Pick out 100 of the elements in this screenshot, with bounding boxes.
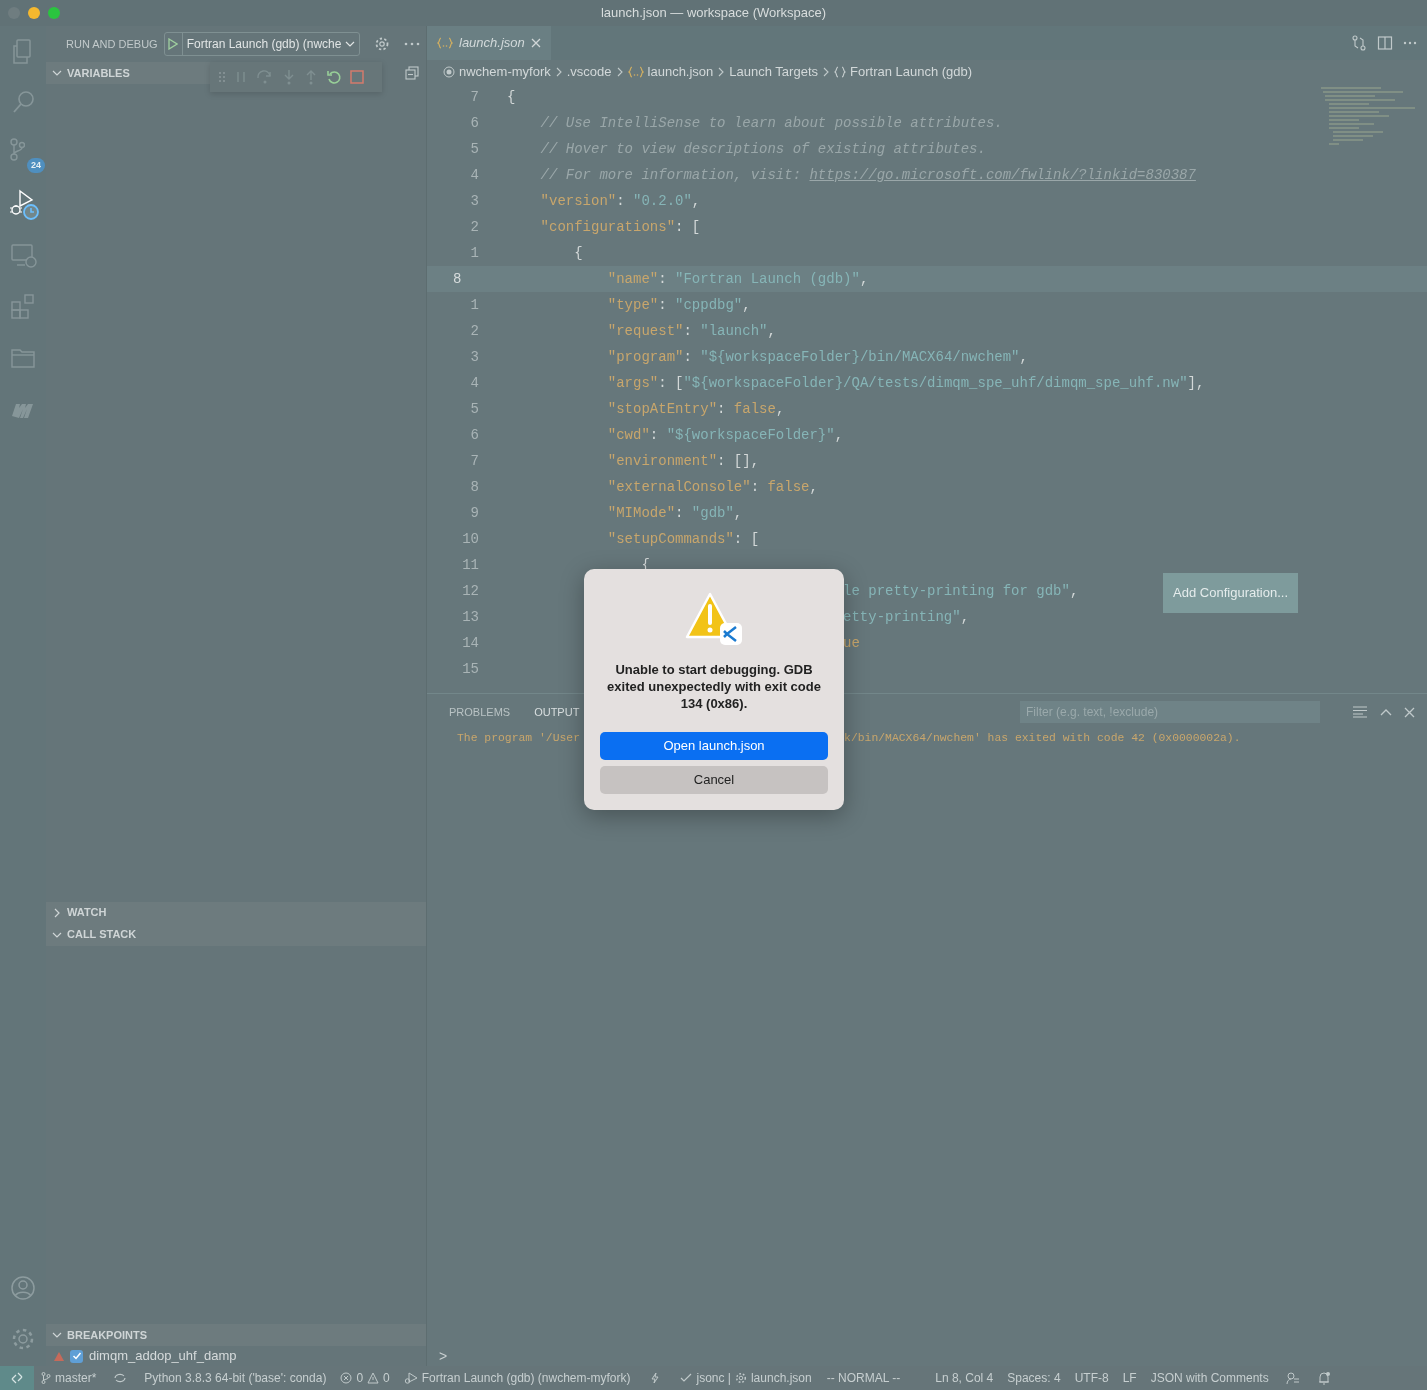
linter-item[interactable]: jsonc | launch.json <box>673 1369 819 1387</box>
warning-icon <box>367 1372 380 1384</box>
line-number: 5 <box>469 139 480 159</box>
line-number: 15 <box>461 659 480 679</box>
close-icon[interactable] <box>1404 706 1415 718</box>
close-icon[interactable] <box>530 38 541 48</box>
breadcrumb-item[interactable]: nwchem-myfork <box>443 62 551 82</box>
breadcrumb-item[interactable]: Launch Targets <box>729 62 818 82</box>
branch-item[interactable]: master* <box>34 1369 104 1387</box>
prompt-chevron: > <box>438 1347 449 1366</box>
line-number: 2 <box>469 321 480 341</box>
code-line: "stopAtEntry": false, <box>606 399 785 419</box>
code-line: "version": "0.2.0", <box>539 191 701 211</box>
line-number: 7 <box>469 87 480 107</box>
chevron-down-icon <box>345 41 356 47</box>
section-header[interactable]: WATCH <box>46 901 426 924</box>
line-ending[interactable]: LF <box>1115 1369 1144 1387</box>
play-icon <box>168 38 179 50</box>
more-icon[interactable] <box>404 42 421 46</box>
source-control-icon[interactable] <box>10 138 25 161</box>
code-line: le pretty-printing for gdb", <box>842 581 1079 601</box>
window-control[interactable] <box>48 7 60 19</box>
code-line: "request": "launch", <box>606 321 776 341</box>
braces-icon <box>437 37 453 49</box>
breakpoint-icon <box>54 1351 64 1361</box>
chevron-up-icon[interactable] <box>1380 708 1392 716</box>
launch-config-dropdown[interactable]: Fortran Launch (gdb) (nwche <box>163 32 361 56</box>
panel-title: RUN AND DEBUG <box>66 36 158 52</box>
section-header[interactable]: VARIABLES <box>46 62 210 84</box>
line-number: 12 <box>461 581 480 601</box>
chevron-right-icon <box>555 67 562 77</box>
step-into-icon[interactable] <box>282 69 296 85</box>
open-file-button[interactable]: Open launch.json <box>600 732 828 760</box>
code-line: etty-printing", <box>842 607 970 627</box>
feedback-icon <box>1285 1371 1300 1385</box>
code-line: "args": ["${workspaceFolder}/QA/tests/dimqm_spe_uhf/dimqm_spe_uhf.nw"], <box>606 373 1205 393</box>
language-mode[interactable]: JSON with Comments <box>1143 1369 1276 1387</box>
line-number: 3 <box>469 347 480 367</box>
lightning-icon <box>651 1372 660 1384</box>
braces-icon <box>834 66 846 78</box>
checkbox[interactable] <box>70 1349 83 1363</box>
settings-icon[interactable] <box>374 36 391 52</box>
compare-changes-icon[interactable] <box>1351 35 1367 51</box>
output-text: k/bin/MACX64/nwchem' has exited with code 42 (0x0000002a). <box>844 731 1241 746</box>
restart-icon[interactable] <box>326 69 342 85</box>
warning-app-icon <box>684 591 744 647</box>
collapse-all-icon[interactable] <box>405 66 419 80</box>
code-line: "externalConsole": false, <box>606 477 818 497</box>
code-line: "program": "${workspaceFolder}/bin/MACX64/nwchem", <box>606 347 1028 367</box>
count-badge: 24 <box>27 157 45 173</box>
check-icon <box>680 1373 693 1383</box>
line-number: 10 <box>461 529 480 549</box>
line-number: 2 <box>469 217 480 237</box>
window-control[interactable] <box>28 7 40 19</box>
section-header[interactable]: BREAKPOINTS <box>46 1324 426 1346</box>
sync-icon <box>113 1372 128 1384</box>
line-number: 3 <box>469 191 480 211</box>
line-number: 8 <box>469 477 480 497</box>
panel-tab[interactable]: OUTPUT <box>534 703 580 721</box>
indentation[interactable]: Spaces: 4 <box>1000 1369 1068 1387</box>
dialog-message: Unable to start debugging. GDB exited unexpectedly with exit code 134 (0x86). <box>606 661 822 712</box>
breadcrumb-item[interactable]: .vscode <box>566 62 612 82</box>
vim-mode[interactable]: -- NORMAL -- <box>818 1369 929 1387</box>
python-interpreter[interactable]: Python 3.8.3 64-bit ('base': conda) <box>137 1369 334 1387</box>
code-line: "type": "cppdbg", <box>606 295 751 315</box>
panel-tab[interactable]: PROBLEMS <box>449 703 511 721</box>
encoding[interactable]: UTF-8 <box>1067 1369 1116 1387</box>
remote-button[interactable] <box>0 1366 34 1390</box>
code-line: { <box>507 87 516 107</box>
code-line: "configurations": [ <box>539 217 701 237</box>
drag-handle-icon[interactable] <box>218 71 226 83</box>
run-debug-icon[interactable] <box>7 188 39 220</box>
line-number: 8 <box>452 269 463 289</box>
debug-target[interactable]: Fortran Launch (gdb) (nwchem-myfork) <box>396 1369 638 1387</box>
error-icon <box>340 1372 353 1384</box>
line-number: 13 <box>461 607 480 627</box>
editor-tab[interactable]: launch.json <box>427 26 551 60</box>
bell-icon <box>1316 1371 1331 1385</box>
stop-icon[interactable] <box>350 70 364 84</box>
breadcrumb-item[interactable]: launch.json <box>627 62 714 82</box>
code-line: ue <box>842 633 860 653</box>
add-configuration-button[interactable]: Add Configuration... <box>1163 573 1298 613</box>
split-editor-icon[interactable] <box>1377 35 1393 51</box>
breadcrumb-item[interactable]: Fortran Launch (gdb) <box>834 62 973 82</box>
line-number: 4 <box>469 165 480 185</box>
code-line: "MIMode": "gdb", <box>606 503 743 523</box>
cancel-button[interactable]: Cancel <box>600 766 828 794</box>
settings-icon <box>734 1372 747 1384</box>
list-icon[interactable] <box>1352 706 1368 718</box>
problems-item[interactable]: 0 0 <box>333 1369 397 1387</box>
more-icon[interactable] <box>1403 41 1417 45</box>
line-number: 4 <box>469 373 480 393</box>
cursor-position[interactable]: Ln 8, Col 4 <box>928 1369 1001 1387</box>
section-header[interactable]: CALL STACK <box>46 923 426 946</box>
step-over-icon[interactable] <box>256 69 274 85</box>
line-number: 6 <box>469 425 480 445</box>
line-number: 7 <box>469 451 480 471</box>
step-out-icon[interactable] <box>304 69 318 85</box>
chevron-right-icon <box>718 67 725 77</box>
circle-dot-icon <box>443 66 455 78</box>
